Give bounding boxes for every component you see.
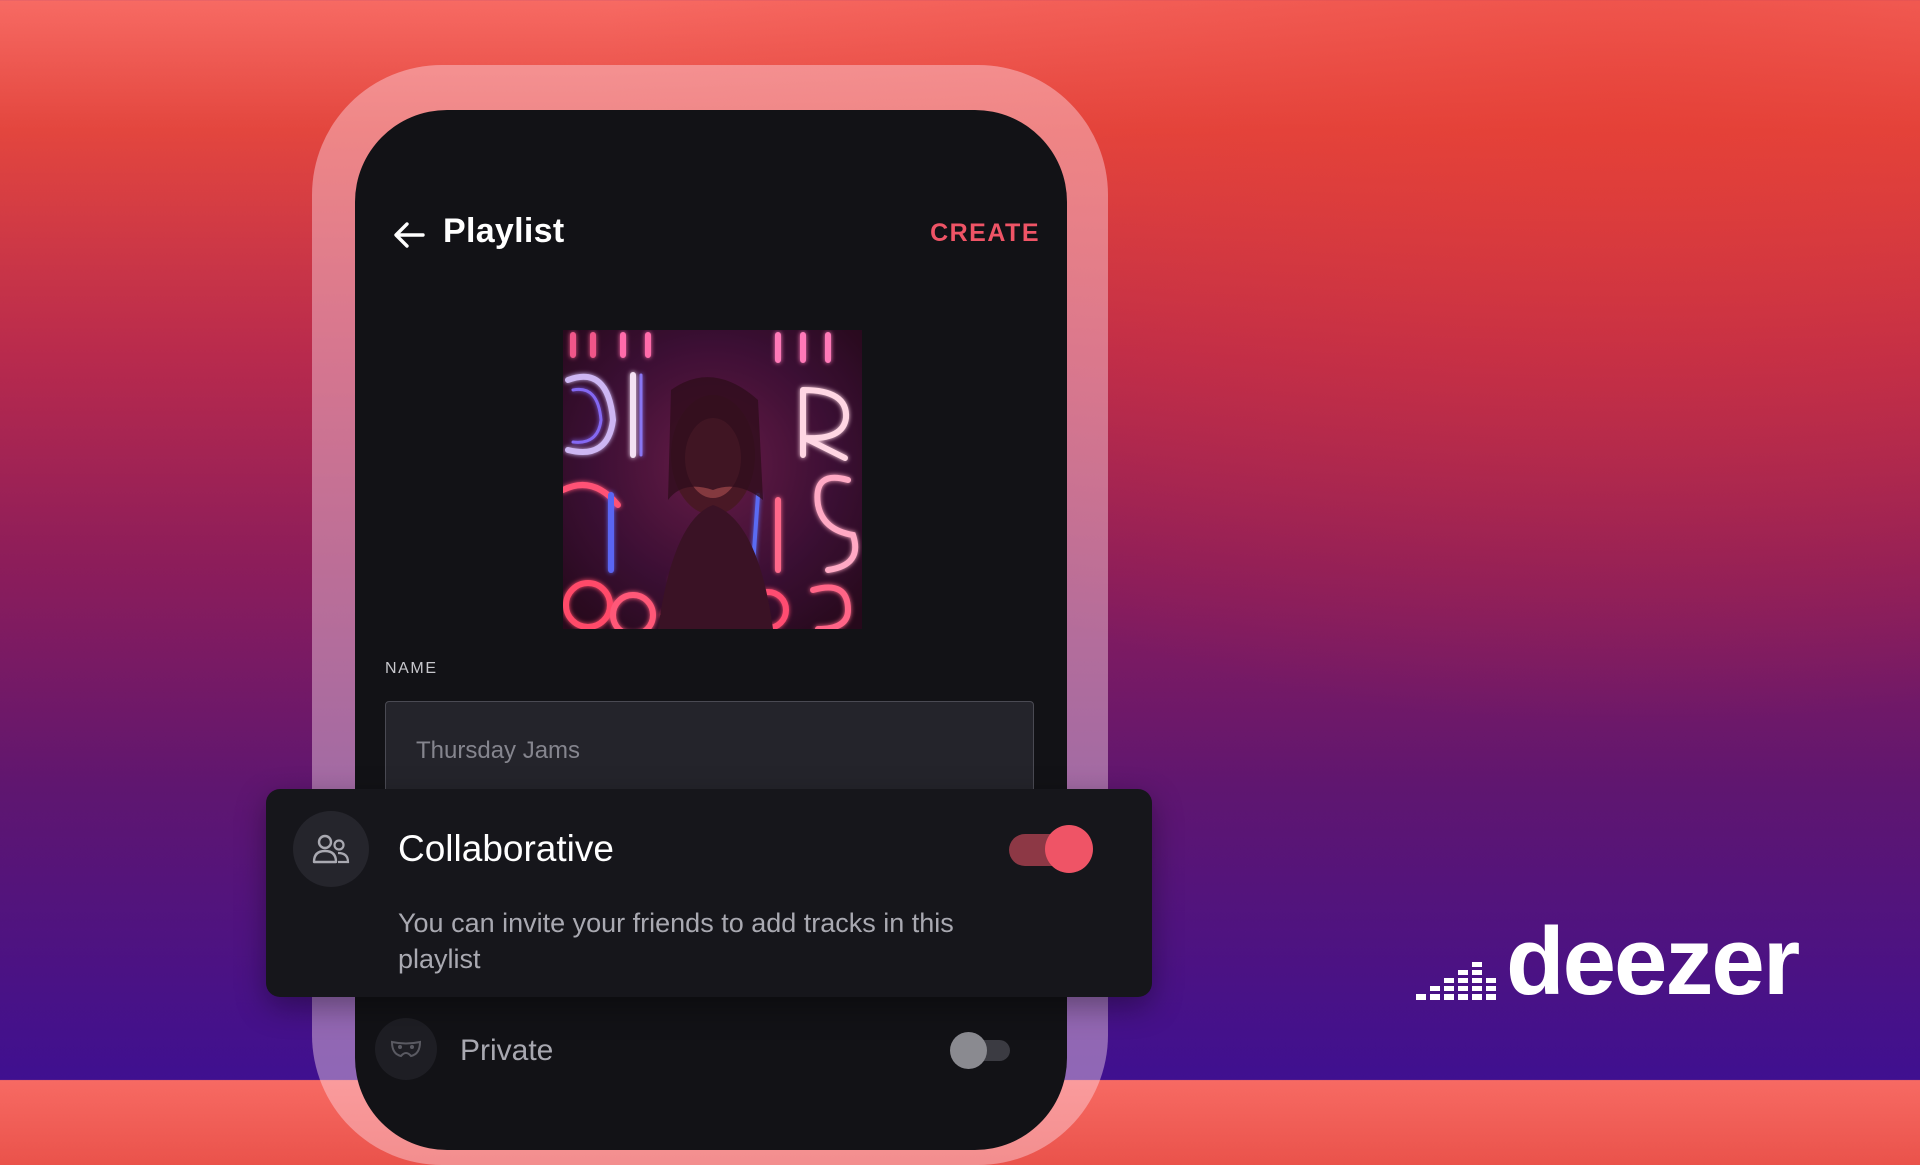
deezer-logo: deezer [1416, 908, 1816, 1015]
collaborative-toggle[interactable] [1009, 825, 1094, 875]
deezer-wordmark: deezer [1506, 908, 1800, 1015]
name-field-label: NAME [385, 660, 438, 677]
private-toggle[interactable] [950, 1032, 1012, 1069]
users-icon [293, 811, 369, 887]
collaborative-description: You can invite your friends to add track… [398, 908, 954, 974]
private-option-row: Private [375, 1010, 1047, 1090]
equalizer-bars-icon [1416, 962, 1496, 1000]
back-button[interactable] [389, 215, 429, 255]
collaborative-option-card: Collaborative You can invite your friend… [266, 789, 1152, 997]
playlist-cover-image[interactable] [563, 330, 862, 629]
collaborative-title: Collaborative [398, 828, 614, 869]
playlist-name-input[interactable] [385, 701, 1034, 801]
neon-cover-art [563, 330, 862, 629]
create-button[interactable]: CREATE [930, 219, 1040, 248]
private-label: Private [460, 1034, 554, 1067]
arrow-left-icon [394, 222, 425, 248]
collaborative-toggle-knob [1045, 825, 1093, 873]
mask-icon [375, 1018, 437, 1080]
private-toggle-knob [950, 1032, 987, 1069]
page-title: Playlist [443, 212, 565, 250]
